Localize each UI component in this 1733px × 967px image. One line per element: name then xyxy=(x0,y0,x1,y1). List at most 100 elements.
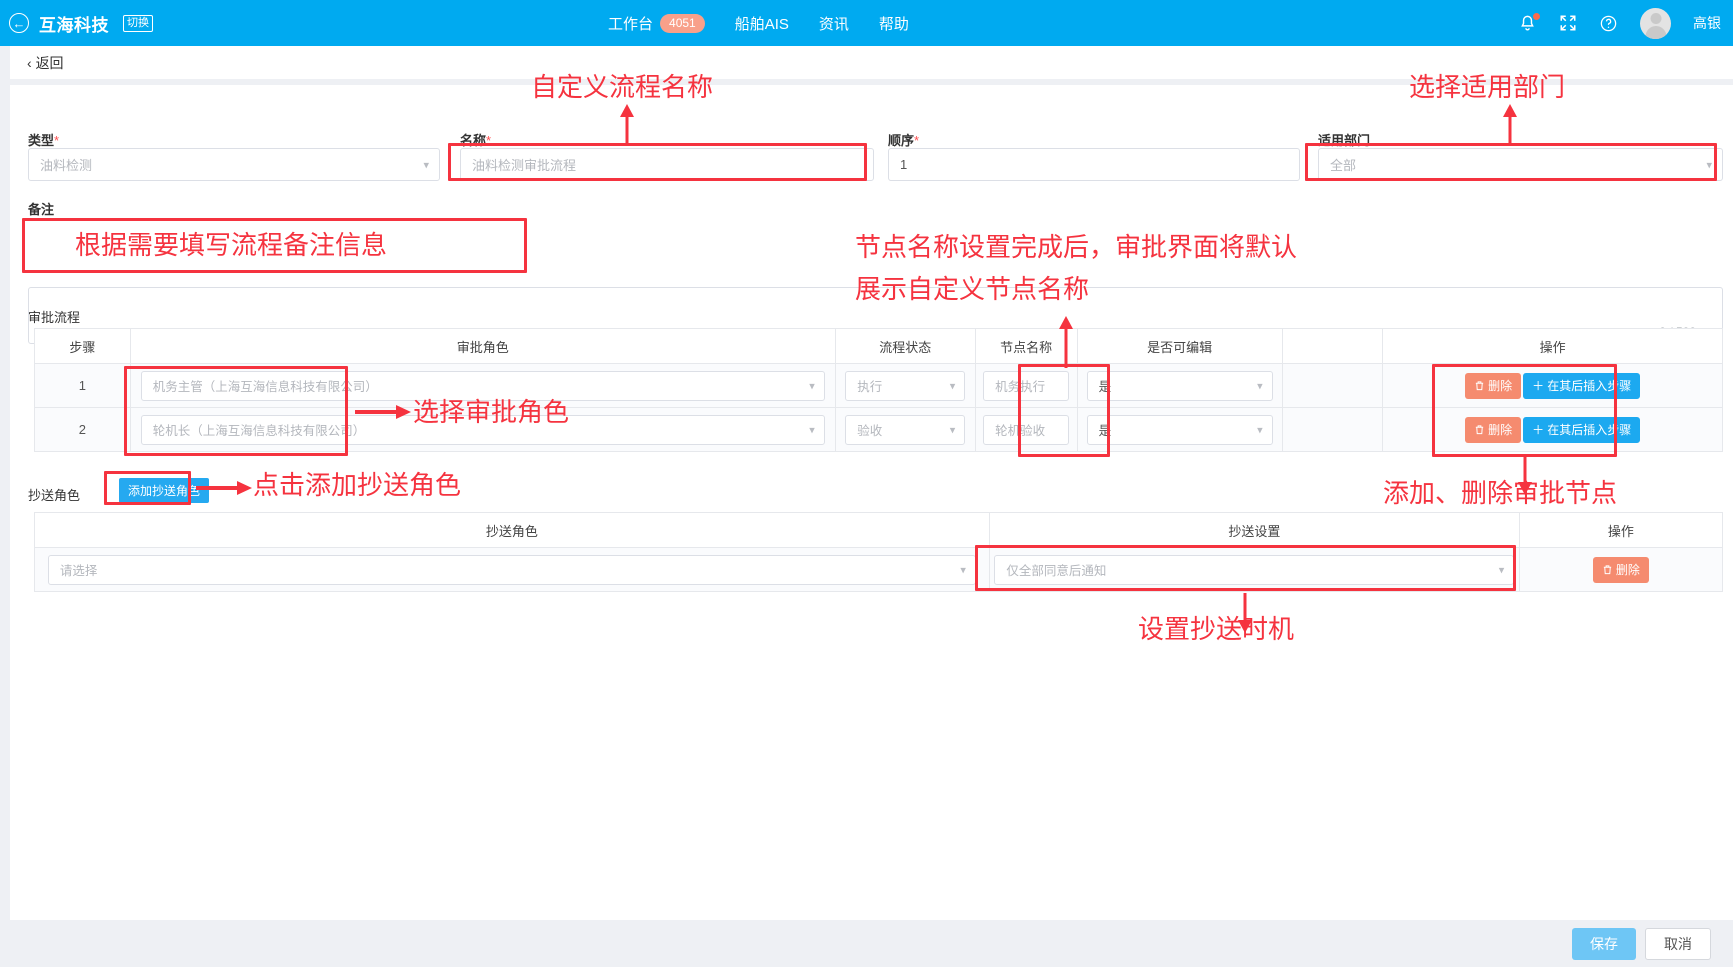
cell-step: 2 xyxy=(34,407,131,452)
table-row: 2 轮机长（上海互海信息科技有限公司） ▾ 验收 ▾ 轮机验收 是 ▾ 删除 ＋… xyxy=(34,407,1723,452)
chevron-down-icon: ▾ xyxy=(1257,424,1263,436)
chevron-down-icon: ▾ xyxy=(809,424,815,436)
main-panel: 类型* 油料检测 ▾ 名称* 油料检测审批流程 顺序* 1 适用部门 全部 ▾ … xyxy=(10,85,1733,920)
dept-label: 适用部门 xyxy=(1318,130,1370,149)
table-row: 请选择 ▾ 仅全部同意后通知 ▾ 删除 xyxy=(34,547,1724,592)
cell-editable: 是 ▾ xyxy=(1076,363,1283,408)
cc-setting-select[interactable]: 仅全部同意后通知 ▾ xyxy=(994,554,1515,585)
nav-item-label: 帮助 xyxy=(878,15,909,33)
brand-name: 互海科技 xyxy=(39,15,109,35)
node-name-input[interactable]: 轮机验收 xyxy=(983,414,1070,445)
switch-badge[interactable]: 切换 xyxy=(123,14,153,32)
role-select[interactable]: 轮机长（上海互海信息科技有限公司） ▾ xyxy=(140,414,825,445)
dept-select-value: 全部 xyxy=(1330,158,1357,173)
cc-section-title: 抄送角色 xyxy=(28,488,81,503)
name-label-text: 名称 xyxy=(460,133,487,148)
type-select-value: 油料检测 xyxy=(40,158,93,173)
cell-role: 机务主管（上海互海信息科技有限公司） ▾ xyxy=(129,363,836,408)
approval-table-header: 步骤 审批角色 流程状态 节点名称 是否可编辑 操作 xyxy=(34,328,1723,364)
dept-label-text: 适用部门 xyxy=(1318,133,1371,148)
back-arrow-circle-icon[interactable]: ← xyxy=(9,13,29,33)
type-label-text: 类型 xyxy=(28,133,55,148)
delete-step-label: 删除 xyxy=(1488,423,1513,437)
table-row: 1 机务主管（上海互海信息科技有限公司） ▾ 执行 ▾ 机务执行 是 ▾ 删除 … xyxy=(34,363,1723,408)
header-nav: 工作台 4051 船舶AIS 资讯 帮助 xyxy=(608,0,909,46)
role-select[interactable]: 机务主管（上海互海信息科技有限公司） ▾ xyxy=(140,370,825,401)
delete-step-button[interactable]: 删除 xyxy=(1465,372,1522,399)
nav-item-ship-ais[interactable]: 船舶AIS xyxy=(735,13,789,34)
header-actions: 高银 xyxy=(1518,0,1721,46)
chevron-down-icon: ▾ xyxy=(949,380,956,392)
chevron-down-icon: ▾ xyxy=(1257,380,1263,392)
add-cc-role-button[interactable]: 添加抄送角色 xyxy=(119,478,210,503)
app-root: ← 互海科技 切换 工作台 4051 船舶AIS 资讯 帮助 高银 ‹ 返回 类… xyxy=(0,0,1733,967)
insert-step-button[interactable]: ＋ 在其后插入步骤 xyxy=(1523,372,1641,399)
status-select[interactable]: 验收 ▾ xyxy=(845,414,966,445)
cell-cc-role: 请选择 ▾ xyxy=(34,547,990,592)
nav-item-news[interactable]: 资讯 xyxy=(819,13,849,34)
col-role: 审批角色 xyxy=(129,328,836,364)
app-header: ← 互海科技 切换 工作台 4051 船舶AIS 资讯 帮助 高银 xyxy=(0,0,1733,46)
order-input-value: 1 xyxy=(900,157,908,172)
delete-cc-label: 删除 xyxy=(1615,563,1640,577)
order-label-text: 顺序 xyxy=(888,133,915,148)
chevron-down-icon: ▾ xyxy=(960,564,966,576)
order-input[interactable]: 1 xyxy=(888,148,1300,181)
cell-node-name: 轮机验收 xyxy=(974,407,1078,452)
cell-step: 1 xyxy=(34,363,131,408)
name-label: 名称* xyxy=(460,130,491,149)
avatar[interactable] xyxy=(1640,7,1671,39)
col-editable: 是否可编辑 xyxy=(1076,328,1283,364)
delete-step-label: 删除 xyxy=(1488,379,1513,393)
trash-icon xyxy=(1603,565,1612,575)
name-input-value: 油料检测审批流程 xyxy=(472,158,577,173)
cell-actions: 删除 ＋ 在其后插入步骤 xyxy=(1382,363,1723,408)
cell-node-name: 机务执行 xyxy=(974,363,1078,408)
status-select-value: 验收 xyxy=(857,424,883,438)
notification-dot xyxy=(1533,12,1540,20)
nav-item-label: 船舶AIS xyxy=(734,15,789,33)
user-name[interactable]: 高银 xyxy=(1693,13,1721,33)
name-input[interactable]: 油料检测审批流程 xyxy=(460,148,874,181)
fullscreen-icon[interactable] xyxy=(1559,14,1577,32)
required-mark: * xyxy=(54,133,60,148)
remark-label-text: 备注 xyxy=(28,202,55,217)
nav-item-label: 工作台 xyxy=(608,15,654,33)
cell-actions: 删除 ＋ 在其后插入步骤 xyxy=(1382,407,1723,452)
back-bar: ‹ 返回 xyxy=(10,46,1733,79)
nav-item-label: 资讯 xyxy=(818,15,849,33)
col-cc-setting: 抄送设置 xyxy=(988,512,1520,548)
plus-icon: ＋ xyxy=(1532,423,1545,437)
delete-cc-button[interactable]: 删除 xyxy=(1592,556,1649,583)
cell-blank xyxy=(1281,363,1384,408)
bell-icon[interactable] xyxy=(1518,12,1540,33)
col-blank xyxy=(1281,328,1384,364)
cc-table: 抄送角色 抄送设置 操作 请选择 ▾ 仅全部同意后通知 ▾ 删除 xyxy=(34,512,1724,592)
help-icon[interactable] xyxy=(1599,14,1618,33)
status-select[interactable]: 执行 ▾ xyxy=(845,370,966,401)
cell-status: 执行 ▾ xyxy=(834,363,976,408)
cc-role-select[interactable]: 请选择 ▾ xyxy=(47,554,976,585)
col-status: 流程状态 xyxy=(834,328,976,364)
remark-label: 备注 xyxy=(28,199,54,218)
dept-select[interactable]: 全部 ▾ xyxy=(1318,148,1723,181)
cancel-button[interactable]: 取消 xyxy=(1645,927,1711,960)
editable-select[interactable]: 是 ▾ xyxy=(1086,414,1273,445)
save-button[interactable]: 保存 xyxy=(1572,927,1636,960)
back-link[interactable]: ‹ 返回 xyxy=(27,53,64,73)
approval-section-title: 审批流程 xyxy=(28,310,81,325)
delete-step-button[interactable]: 删除 xyxy=(1465,416,1522,443)
insert-step-button[interactable]: ＋ 在其后插入步骤 xyxy=(1523,416,1641,443)
cc-setting-select-value: 仅全部同意后通知 xyxy=(1006,564,1107,578)
node-name-input[interactable]: 机务执行 xyxy=(983,370,1070,401)
plus-icon: ＋ xyxy=(1532,379,1545,393)
type-select[interactable]: 油料检测 ▾ xyxy=(28,148,440,181)
left-edge-strip xyxy=(0,46,10,967)
role-select-value: 机务主管（上海互海信息科技有限公司） xyxy=(152,380,378,394)
editable-select[interactable]: 是 ▾ xyxy=(1086,370,1273,401)
nav-item-workbench[interactable]: 工作台 4051 xyxy=(608,13,705,34)
nav-item-help[interactable]: 帮助 xyxy=(879,13,909,34)
col-cc-actions: 操作 xyxy=(1518,512,1724,548)
nav-badge-count: 4051 xyxy=(660,13,705,33)
footer-bar: 保存 取消 xyxy=(0,920,1733,967)
